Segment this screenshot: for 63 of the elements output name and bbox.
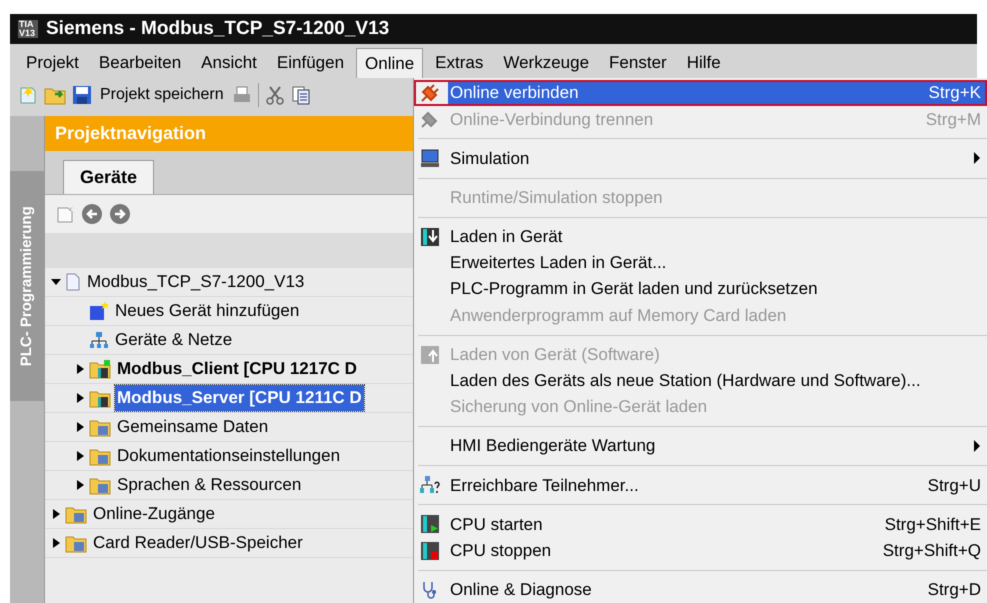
- back-icon[interactable]: [81, 203, 103, 225]
- expand-arrow-icon[interactable]: [75, 422, 85, 432]
- tree-item[interactable]: Modbus_Server [CPU 1211C D: [115, 385, 364, 411]
- menu-item[interactable]: Fenster: [601, 48, 675, 78]
- menu-option[interactable]: Online verbinden Strg+K: [448, 82, 985, 104]
- expand-arrow-icon[interactable]: [75, 451, 85, 461]
- menu-option[interactable]: Erweitertes Laden in Gerät...: [448, 252, 985, 274]
- expand-arrow-icon[interactable]: [75, 364, 85, 374]
- plug-icon: [420, 83, 440, 104]
- menu-option[interactable]: CPU starten Strg+Shift+E: [448, 513, 985, 536]
- menu-item[interactable]: Extras: [427, 48, 492, 78]
- monitor-icon: [420, 148, 440, 168]
- download-icon: [420, 226, 440, 247]
- menu-item[interactable]: Online: [356, 48, 424, 78]
- menu-option[interactable]: PLC-Programm in Gerät laden und zurücksetzen: [448, 278, 985, 300]
- tree-item[interactable]: Modbus_Client [CPU 1217C D: [115, 356, 359, 382]
- tree-item[interactable]: Neues Gerät hinzufügen: [113, 298, 302, 324]
- expand-arrow-icon[interactable]: [75, 393, 85, 403]
- tree-item[interactable]: Dokumentationseinstellungen: [115, 443, 342, 469]
- menu-option[interactable]: HMI Bediengeräte Wartung: [448, 435, 985, 458]
- network-question-icon: [420, 475, 440, 496]
- menu-item[interactable]: Bearbeiten: [90, 48, 190, 78]
- menu-option[interactable]: Simulation: [448, 147, 985, 170]
- cut-icon[interactable]: [264, 85, 285, 105]
- document-icon: [65, 273, 81, 291]
- tree-item[interactable]: Gemeinsame Daten: [115, 414, 270, 440]
- app-logo: TIA V13: [18, 20, 38, 38]
- menu-option[interactable]: Laden in Gerät: [448, 226, 985, 248]
- folder-device-icon: [89, 359, 111, 379]
- stop-icon: [420, 540, 440, 561]
- menu-option[interactable]: Laden des Geräts als neue Station (Hardware und Software)...: [448, 370, 985, 392]
- tree-item[interactable]: Modbus_TCP_S7-1200_V13: [85, 269, 306, 295]
- expand-arrow-icon[interactable]: [51, 509, 61, 519]
- expand-arrow-icon[interactable]: [75, 480, 85, 490]
- menu-item[interactable]: Einfügen: [268, 48, 352, 78]
- upload-icon: [420, 344, 440, 365]
- panel-title: Projektnavigation: [55, 122, 206, 145]
- new-item-icon[interactable]: [55, 204, 75, 224]
- device-add-icon: [89, 301, 109, 321]
- menu-item[interactable]: Hilfe: [678, 48, 729, 78]
- menu-item[interactable]: Ansicht: [193, 48, 265, 78]
- save-project-button[interactable]: Projekt speichern: [98, 83, 226, 107]
- menu-option[interactable]: CPU stoppen Strg+Shift+Q: [448, 540, 985, 562]
- side-tab-label: PLC- Programmierung: [16, 206, 36, 366]
- save-icon[interactable]: [72, 85, 92, 105]
- plug-icon: [420, 109, 440, 130]
- expand-arrow-icon[interactable]: [51, 538, 61, 548]
- window-title: Siemens - Modbus_TCP_S7-1200_V13: [46, 16, 390, 41]
- tree-item[interactable]: Sprachen & Ressourcen: [115, 472, 304, 498]
- network-icon: [89, 331, 109, 349]
- menu-option[interactable]: Online & Diagnose Strg+D: [448, 578, 985, 601]
- print-icon[interactable]: [232, 85, 252, 105]
- tree-item[interactable]: Online-Zugänge: [91, 501, 217, 527]
- forward-icon[interactable]: [109, 203, 131, 225]
- copy-icon[interactable]: [290, 85, 311, 105]
- panel-tab[interactable]: Geräte: [63, 160, 154, 194]
- collapse-arrow-icon[interactable]: [51, 277, 61, 287]
- menu-item[interactable]: Projekt: [18, 48, 87, 78]
- play-icon: [420, 514, 440, 534]
- menu-item[interactable]: Werkzeuge: [495, 48, 598, 78]
- menu-option[interactable]: Erreichbare Teilnehmer... Strg+U: [448, 474, 985, 496]
- tree-item[interactable]: Geräte & Netze: [113, 327, 234, 353]
- tree-item[interactable]: Card Reader/USB-Speicher: [91, 530, 305, 556]
